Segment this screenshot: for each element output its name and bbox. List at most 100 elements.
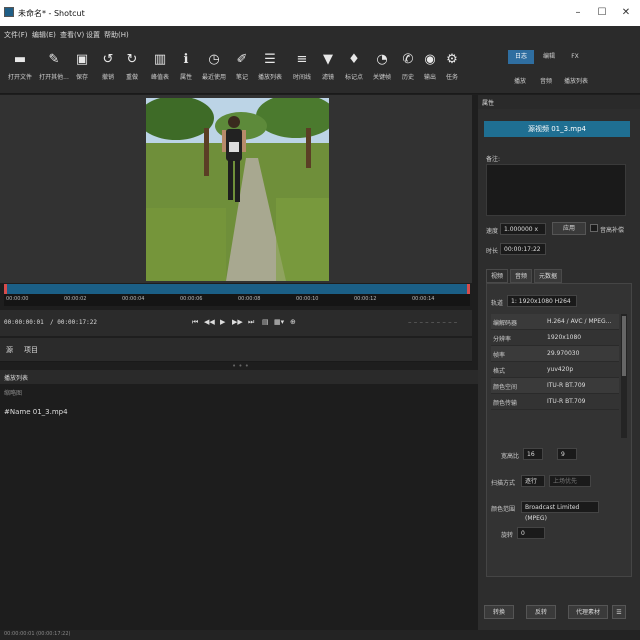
folder-icon: ▬: [13, 52, 27, 67]
ruler-label: 00:00:08: [238, 296, 261, 302]
mode-tab-logging[interactable]: 日志: [508, 50, 534, 64]
total-duration: / 00:00:17:22: [50, 319, 97, 326]
ruler-label: 00:00:10: [296, 296, 319, 302]
aspect-label: 宽高比: [501, 453, 520, 460]
transport-bar: 00:00:00:01 / 00:00:17:22 ⏮ ◀◀ ▶ ▶▶ ⏭ ▤ …: [0, 310, 472, 336]
info-row: 帧率 29.970030: [491, 346, 619, 362]
convert-button[interactable]: 转换: [484, 605, 514, 619]
splitter-handle[interactable]: • • •: [232, 362, 249, 370]
ruler-label: 00:00:02: [64, 296, 87, 302]
pitch-compensation-checkbox[interactable]: [590, 224, 598, 232]
proxy-button[interactable]: 代理素材: [568, 605, 608, 619]
apply-button[interactable]: 应用: [552, 222, 586, 235]
video-properties: 轨道 1: 1920x1080 H264 编解码器 H.264 / AVC / M…: [486, 283, 632, 577]
notes-icon: ✐: [236, 52, 248, 67]
info-row: 格式 yuv420p: [491, 362, 619, 378]
scrollbar-thumb[interactable]: [622, 316, 626, 376]
window-title: 未命名* - Shotcut: [18, 9, 85, 18]
video-preview-image: [146, 98, 329, 281]
info-scrollbar[interactable]: [621, 314, 627, 438]
jobs-button[interactable]: ⚙ 任务: [436, 48, 468, 90]
duration-input[interactable]: 00:00:17:22: [500, 243, 546, 255]
properties-panel: 源视频 01_3.mp4 备注: 速度 1.000000 x 应用 音高补偿 时…: [478, 109, 640, 630]
source-project-tabs: 源 项目: [0, 338, 472, 362]
speed-input[interactable]: 1.000000 x: [500, 223, 546, 235]
clip-name-banner: 源视频 01_3.mp4: [484, 121, 630, 137]
playlist-button[interactable]: ☰ 播放列表: [254, 48, 286, 90]
properties-header: 属性: [478, 95, 640, 109]
menu-file[interactable]: 文件(F): [4, 30, 28, 40]
track-select[interactable]: 1: 1920x1080 H264: [507, 295, 577, 307]
mode-sub-audio[interactable]: 音频: [540, 76, 552, 85]
ruler-label: 00:00:00: [6, 296, 29, 302]
scrub-bar[interactable]: [4, 284, 470, 294]
color-range-select[interactable]: Broadcast Limited (MPEG): [521, 501, 599, 522]
info-row: 颜色传输 ITU-R BT.709: [491, 394, 619, 410]
audio-meter: – – – – – – – – –: [408, 318, 458, 326]
field-order-select[interactable]: 上场优先: [549, 475, 591, 487]
save-icon: ▣: [75, 52, 89, 67]
color-range-label: 颜色范围: [491, 506, 516, 513]
ruler-label: 00:00:14: [412, 296, 435, 302]
open-file-button[interactable]: ▬ 打开文件: [4, 48, 36, 90]
skip-previous-icon[interactable]: ⏮: [192, 318, 198, 327]
zoom-icon[interactable]: ⊕: [290, 318, 296, 326]
notes-field[interactable]: [486, 164, 626, 216]
player-panel: [0, 95, 472, 283]
reverse-button[interactable]: 反转: [526, 605, 556, 619]
tab-audio[interactable]: 音频: [510, 269, 532, 283]
properties-title: 属性: [482, 100, 495, 107]
menu-view[interactable]: 查看(V): [60, 30, 84, 40]
scan-mode-select[interactable]: 逐行: [521, 475, 545, 487]
peak-meter-icon: ▥: [153, 52, 167, 67]
tab-source[interactable]: 源: [6, 345, 13, 355]
maximize-icon[interactable]: ☐: [592, 4, 612, 22]
menu-help[interactable]: 帮助(H): [104, 30, 129, 40]
mode-sub-playlist[interactable]: 播放列表: [564, 76, 588, 85]
playlist-header: 播放列表: [0, 370, 478, 384]
tab-video[interactable]: 视频: [486, 269, 508, 283]
mode-tab-fx[interactable]: FX: [562, 50, 588, 64]
timeline-icon: ≡: [296, 52, 308, 67]
duration-label: 时长: [486, 248, 499, 255]
mode-sub-player[interactable]: 播放: [514, 76, 526, 85]
status-bar: 00:00:00:01 (00:00:17:22): [0, 630, 640, 640]
media-info-table: 编解码器 H.264 / AVC / MPEG... 分辨率 1920x1080 帧…: [491, 314, 619, 410]
aspect-denominator[interactable]: 9: [557, 448, 577, 460]
ruler-label: 00:00:06: [180, 296, 203, 302]
grid-icon[interactable]: ▦▾: [274, 318, 284, 326]
undo-icon: ↺: [102, 52, 114, 67]
volume-icon[interactable]: ▤: [262, 318, 269, 326]
info-icon: ℹ: [183, 52, 189, 67]
current-timecode[interactable]: 00:00:00:01: [4, 319, 44, 326]
menu-edit[interactable]: 编辑(E): [32, 30, 56, 40]
jobs-icon: ⚙: [446, 52, 458, 67]
aspect-numerator[interactable]: 16: [523, 448, 543, 460]
rotation-select[interactable]: 0: [517, 527, 545, 539]
info-row: 分辨率 1920x1080: [491, 330, 619, 346]
tab-project[interactable]: 项目: [24, 345, 38, 355]
menu-settings[interactable]: 设置: [86, 30, 100, 40]
playlist-panel[interactable]: 缩略图 #Name 01_3.mp4: [0, 384, 478, 630]
close-icon[interactable]: ✕: [616, 4, 636, 22]
info-row: 颜色空间 ITU-R BT.709: [491, 378, 619, 394]
video-frame[interactable]: [146, 98, 329, 281]
menu-bar: 文件(F) 编辑(E) 查看(V) 设置 帮助(H): [0, 26, 640, 44]
scan-mode-label: 扫描方式: [491, 480, 516, 487]
title-bar: 未命名* - Shotcut – ☐ ✕: [0, 0, 640, 26]
play-icon[interactable]: ▶: [220, 318, 225, 326]
playlist-item[interactable]: #Name 01_3.mp4: [4, 408, 68, 416]
ruler-label: 00:00:04: [122, 296, 145, 302]
minimize-icon[interactable]: –: [568, 4, 588, 22]
mode-tab-editing[interactable]: 编辑: [536, 50, 562, 64]
rotation-label: 旋转: [501, 532, 514, 539]
skip-next-icon[interactable]: ⏭: [248, 318, 254, 327]
shotcut-logo-icon: [4, 7, 14, 17]
tab-metadata[interactable]: 元数据: [534, 269, 562, 283]
menu-icon[interactable]: ☰: [612, 605, 626, 619]
filter-icon: ▼: [323, 52, 333, 67]
track-label: 轨道: [491, 300, 504, 307]
rewind-icon[interactable]: ◀◀: [204, 318, 215, 326]
fast-forward-icon[interactable]: ▶▶: [232, 318, 243, 326]
ruler-label: 00:00:12: [354, 296, 377, 302]
